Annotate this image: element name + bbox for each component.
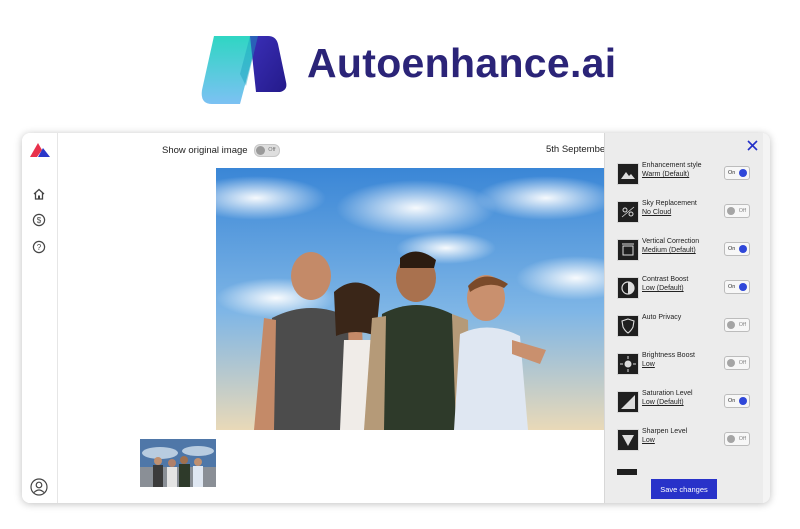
switch-knob xyxy=(739,169,747,177)
brand-name: Autoenhance.ai xyxy=(307,40,617,86)
option-title: Brightness Boost xyxy=(642,352,695,359)
option-title: Auto Privacy xyxy=(642,314,682,321)
option-value-link[interactable]: Low xyxy=(642,437,655,444)
option-toggle-switch[interactable]: On xyxy=(724,394,750,408)
toggle-knob xyxy=(255,146,265,155)
saturation-icon xyxy=(617,391,639,413)
option-title: Vertical Correction xyxy=(642,238,700,245)
switch-state-text: Off xyxy=(738,322,746,328)
user-icon[interactable] xyxy=(30,478,48,496)
left-sidebar: $ ? xyxy=(22,133,58,503)
option-row[interactable]: Sharpen Level Low Off xyxy=(617,428,752,452)
landscape-icon xyxy=(617,163,639,185)
svg-text:$: $ xyxy=(37,216,42,225)
photo-thumbnail[interactable] xyxy=(140,439,216,487)
privacy-shield-icon xyxy=(617,315,639,337)
switch-state-text: On xyxy=(728,246,736,252)
option-title: Contrast Boost xyxy=(642,276,689,283)
option-row[interactable]: Auto Privacy Off xyxy=(617,314,752,338)
option-title: Sharpen Level xyxy=(642,428,688,435)
option-value-link[interactable]: Medium (Default) xyxy=(642,247,696,254)
show-original-label: Show original image xyxy=(162,145,248,156)
show-original-toggle[interactable]: Off xyxy=(253,144,280,157)
option-toggle-switch[interactable]: Off xyxy=(724,356,750,370)
option-toggle-switch[interactable]: On xyxy=(724,242,750,256)
image-date: 5th September xyxy=(546,144,609,155)
show-original-row: Show original image Off xyxy=(162,144,280,157)
brightness-icon xyxy=(617,353,639,375)
switch-knob xyxy=(739,283,747,291)
home-icon[interactable] xyxy=(32,187,46,201)
switch-state-text: On xyxy=(728,398,736,404)
enhanced-photo[interactable] xyxy=(216,168,628,430)
close-icon[interactable] xyxy=(747,140,758,151)
image-canvas: Show original image Off 5th September xyxy=(58,133,628,503)
switch-knob xyxy=(727,321,735,329)
option-row[interactable]: Saturation Level Low (Default) On xyxy=(617,390,752,414)
switch-knob xyxy=(727,435,735,443)
app-window: $ ? Show original image Off 5th Septembe… xyxy=(22,133,770,503)
option-title: Enhancement style xyxy=(642,162,702,169)
switch-knob xyxy=(739,245,747,253)
switch-knob xyxy=(739,397,747,405)
dollar-icon[interactable]: $ xyxy=(32,213,46,227)
brand-header: Autoenhance.ai xyxy=(0,0,800,120)
switch-knob xyxy=(727,207,735,215)
save-changes-button[interactable]: Save changes xyxy=(651,479,717,499)
switch-state-text: Off xyxy=(738,436,746,442)
option-value-link[interactable]: Low xyxy=(642,361,655,368)
switch-state-text: On xyxy=(728,284,736,290)
option-value-link[interactable]: Warm (Default) xyxy=(642,171,689,178)
option-value-link[interactable]: No Cloud xyxy=(642,209,671,216)
sky-icon xyxy=(617,201,639,223)
option-toggle-switch[interactable]: Off xyxy=(724,432,750,446)
option-row[interactable]: Contrast Boost Low (Default) On xyxy=(617,276,752,300)
option-row[interactable]: Sky Replacement No Cloud Off xyxy=(617,200,752,224)
autoenhance-logo-icon xyxy=(201,36,287,104)
next-option-icon xyxy=(617,469,637,475)
option-value-link[interactable]: Low (Default) xyxy=(642,285,684,292)
app-logo-icon xyxy=(30,143,50,157)
contrast-icon xyxy=(617,277,639,299)
vertical-correction-icon xyxy=(617,239,639,261)
offscreen-panel-edge xyxy=(763,133,770,503)
switch-state-text: On xyxy=(728,170,736,176)
option-row[interactable]: Vertical Correction Medium (Default) On xyxy=(617,238,752,262)
enhancement-settings-panel: Enhancement style Warm (Default) On Sky Rep… xyxy=(604,133,770,503)
switch-knob xyxy=(727,359,735,367)
option-title: Sky Replacement xyxy=(642,200,697,207)
help-icon[interactable]: ? xyxy=(32,240,46,254)
option-toggle-switch[interactable]: On xyxy=(724,166,750,180)
svg-text:?: ? xyxy=(37,243,42,252)
option-toggle-switch[interactable]: Off xyxy=(724,318,750,332)
switch-state-text: Off xyxy=(738,360,746,366)
option-toggle-switch[interactable]: Off xyxy=(724,204,750,218)
switch-state-text: Off xyxy=(738,208,746,214)
option-title: Saturation Level xyxy=(642,390,693,397)
toggle-state-text: Off xyxy=(268,147,276,153)
option-value-link[interactable]: Low (Default) xyxy=(642,399,684,406)
option-toggle-switch[interactable]: On xyxy=(724,280,750,294)
option-row[interactable]: Brightness Boost Low Off xyxy=(617,352,752,376)
sharpen-icon xyxy=(617,429,639,451)
option-row[interactable]: Enhancement style Warm (Default) On xyxy=(617,162,752,186)
